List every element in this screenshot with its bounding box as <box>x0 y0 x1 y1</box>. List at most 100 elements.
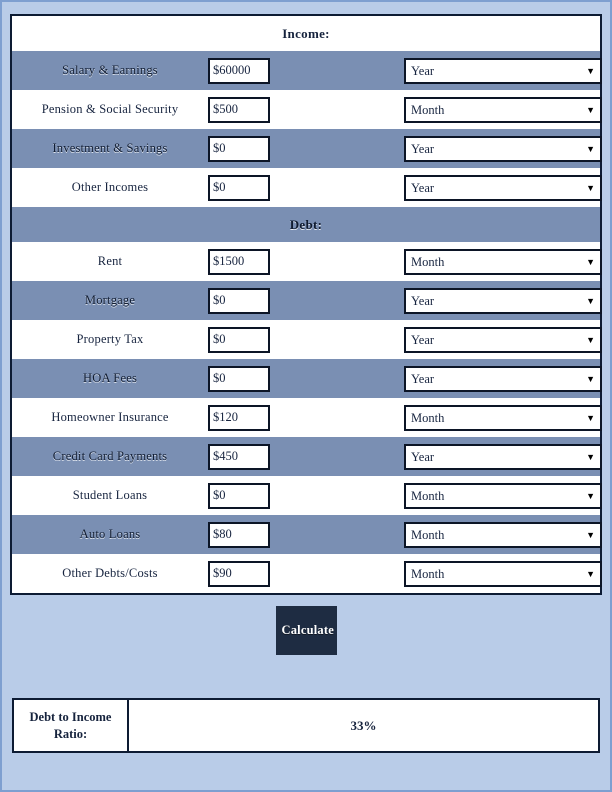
table-row: Credit Card Payments Year ▼ <box>12 437 602 476</box>
amount-input-debt-0[interactable] <box>208 248 270 275</box>
table-row: Mortgage Year ▼ <box>12 281 602 320</box>
period-select-debt-1[interactable]: Year ▼ <box>404 287 602 314</box>
chevron-down-icon: ▼ <box>586 373 595 384</box>
amount-cell <box>208 129 404 168</box>
period-select-income-1[interactable]: Month ▼ <box>404 96 602 123</box>
period-select-debt-7[interactable]: Month ▼ <box>404 521 602 548</box>
period-cell: Year ▼ <box>404 359 602 398</box>
result-label-line-2: Ratio: <box>53 726 88 741</box>
chevron-down-icon: ▼ <box>586 143 595 154</box>
table-row: Other Incomes Year ▼ <box>12 168 602 207</box>
period-cell: Month ▼ <box>404 554 602 593</box>
amount-input-debt-3[interactable] <box>208 365 270 392</box>
calculate-button[interactable]: Calculate <box>275 605 337 655</box>
table-row: HOA Fees Year ▼ <box>12 359 602 398</box>
calculate-button-area: Calculate <box>10 594 602 666</box>
row-label-debt-3: HOA Fees <box>82 371 138 385</box>
chevron-down-icon: ▼ <box>586 568 595 579</box>
debt-to-income-calculator-page: { "theme": { "page_background": "#b9cce8… <box>0 0 612 792</box>
amount-input-debt-5[interactable] <box>208 443 270 470</box>
amount-cell <box>208 168 404 207</box>
amount-cell <box>208 554 404 593</box>
period-select-income-3[interactable]: Year ▼ <box>404 174 602 201</box>
section-header-debt: Debt: <box>289 216 323 232</box>
period-cell: Month ▼ <box>404 242 602 281</box>
period-select-debt-3[interactable]: Year ▼ <box>404 365 602 392</box>
period-select-debt-4[interactable]: Month ▼ <box>404 404 602 431</box>
period-select-income-2[interactable]: Year ▼ <box>404 135 602 162</box>
row-label-income-3: Other Incomes <box>71 180 149 194</box>
amount-cell <box>208 90 404 129</box>
chevron-down-icon: ▼ <box>586 65 595 76</box>
result-row: Debt to Income Ratio: 33% <box>14 700 598 751</box>
amount-input-debt-2[interactable] <box>208 326 270 353</box>
chevron-down-icon: ▼ <box>586 529 595 540</box>
row-label-income-1: Pension & Social Security <box>41 102 179 116</box>
row-label-debt-7: Auto Loans <box>79 527 141 541</box>
amount-input-income-3[interactable] <box>208 174 270 201</box>
table-row: Auto Loans Month ▼ <box>12 515 602 554</box>
amount-cell <box>208 51 404 90</box>
result-label-line-1: Debt to Income <box>29 709 112 724</box>
period-select-value: Year <box>411 180 435 195</box>
amount-input-debt-4[interactable] <box>208 404 270 431</box>
table-row: Rent Month ▼ <box>12 242 602 281</box>
chevron-down-icon: ▼ <box>586 104 595 115</box>
row-label-debt-8: Other Debts/Costs <box>62 566 158 580</box>
table-row: Pension & Social Security Month ▼ <box>12 90 602 129</box>
period-select-value: Month <box>411 410 445 425</box>
period-cell: Month ▼ <box>404 90 602 129</box>
period-select-debt-0[interactable]: Month ▼ <box>404 248 602 275</box>
period-select-value: Year <box>411 293 435 308</box>
amount-cell <box>208 281 404 320</box>
period-select-debt-2[interactable]: Year ▼ <box>404 326 602 353</box>
result-label-cell: Debt to Income Ratio: <box>14 700 129 751</box>
period-select-debt-8[interactable]: Month ▼ <box>404 560 602 587</box>
table-row: Investment & Savings Year ▼ <box>12 129 602 168</box>
period-cell: Month ▼ <box>404 476 602 515</box>
chevron-down-icon: ▼ <box>586 182 595 193</box>
period-select-debt-6[interactable]: Month ▼ <box>404 482 602 509</box>
period-select-income-0[interactable]: Year ▼ <box>404 57 602 84</box>
amount-input-income-1[interactable] <box>208 96 270 123</box>
period-select-value: Month <box>411 527 445 542</box>
amount-cell <box>208 242 404 281</box>
amount-input-debt-1[interactable] <box>208 287 270 314</box>
amount-input-debt-6[interactable] <box>208 482 270 509</box>
row-label-debt-4: Homeowner Insurance <box>51 410 169 424</box>
table-row: Salary & Earnings Year ▼ <box>12 51 602 90</box>
amount-input-income-2[interactable] <box>208 135 270 162</box>
chevron-down-icon: ▼ <box>586 295 595 306</box>
income-debt-table: Income:Salary & EarningsYear▼Pension & S… <box>12 16 602 593</box>
table-row: Student Loans Month ▼ <box>12 476 602 515</box>
period-select-value: Year <box>411 141 435 156</box>
form-table-body: Income:Salary & EarningsYear▼Pension & S… <box>12 16 602 593</box>
period-cell: Year ▼ <box>404 168 602 207</box>
table-row: Homeowner Insurance Month ▼ <box>12 398 602 437</box>
row-label-income-2: Investment & Savings <box>52 141 168 155</box>
period-select-value: Month <box>411 254 445 269</box>
period-cell: Year ▼ <box>404 320 602 359</box>
result-table: Debt to Income Ratio: 33% <box>14 700 598 751</box>
row-label-debt-6: Student Loans <box>72 488 148 502</box>
amount-input-income-0[interactable] <box>208 57 270 84</box>
period-select-value: Year <box>411 371 435 386</box>
row-label-debt-0: Rent <box>97 254 123 268</box>
row-label-debt-1: Mortgage <box>84 293 136 307</box>
amount-input-debt-7[interactable] <box>208 521 270 548</box>
amount-input-debt-8[interactable] <box>208 560 270 587</box>
period-cell: Year ▼ <box>404 437 602 476</box>
chevron-down-icon: ▼ <box>586 451 595 462</box>
period-cell: Year ▼ <box>404 51 602 90</box>
debt-to-income-ratio-value: 33% <box>128 700 598 751</box>
chevron-down-icon: ▼ <box>586 412 595 423</box>
amount-cell <box>208 359 404 398</box>
amount-cell <box>208 320 404 359</box>
chevron-down-icon: ▼ <box>586 490 595 501</box>
period-select-debt-5[interactable]: Year ▼ <box>404 443 602 470</box>
chevron-down-icon: ▼ <box>586 256 595 267</box>
table-row: Other Debts/Costs Month ▼ <box>12 554 602 593</box>
period-select-value: Year <box>411 332 435 347</box>
row-label-debt-2: Property Tax <box>76 332 144 346</box>
period-cell: Year ▼ <box>404 129 602 168</box>
